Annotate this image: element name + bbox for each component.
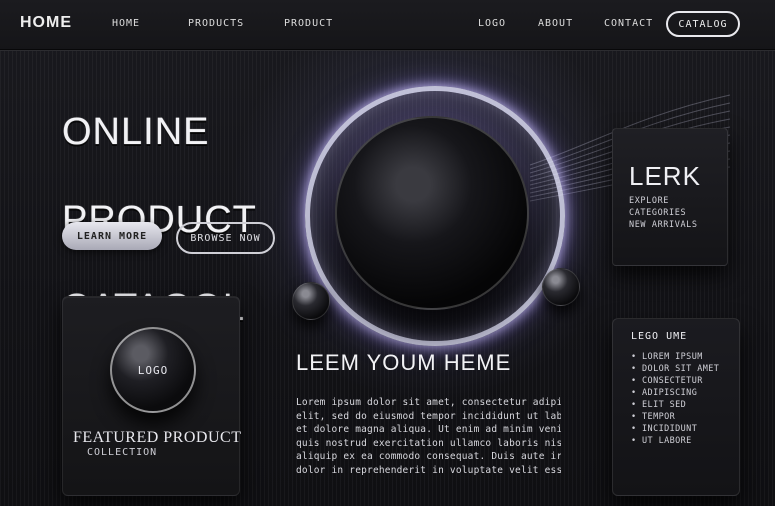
section-paragraph-line-5: aliquip ex ea commodo consequat. Duis au…	[296, 451, 561, 462]
nav-link-5[interactable]: ABOUT	[538, 18, 573, 29]
hero-orb	[305, 86, 565, 346]
nav-link-4[interactable]: LOGO	[478, 18, 506, 29]
top-navigation: HOME HOME PRODUCTS PRODUCT LOGO ABOUT CO…	[0, 0, 775, 51]
nav-link-6[interactable]: CONTACT	[604, 18, 653, 29]
featured-card-title: FEATURED PRODUCT	[73, 429, 242, 446]
featured-product-card[interactable]: LOGO FEATURED PRODUCT COLLECTION	[62, 296, 242, 496]
brand-logo[interactable]: HOME	[20, 14, 72, 32]
right-list-item-8: • UT LABORE	[631, 436, 692, 446]
right-info-card-title: LERK	[629, 161, 701, 191]
right-list-card[interactable]: LEGO UME • LOREM IPSUM • DOLOR SIT AMET …	[612, 318, 740, 496]
nav-link-3[interactable]: PRODUCT	[284, 18, 333, 29]
nav-link-1[interactable]: HOME	[112, 18, 140, 29]
right-list-item-3: • CONSECTETUR	[631, 376, 703, 386]
nav-catalog-button[interactable]: CATALOG	[666, 11, 740, 37]
nav-link-2[interactable]: PRODUCTS	[188, 18, 244, 29]
right-list-item-2: • DOLOR SIT AMET	[631, 364, 720, 374]
hero-orb-core	[335, 116, 529, 310]
right-list-item-6: • TEMPOR	[631, 412, 676, 422]
right-list-item-5: • ELIT SED	[631, 400, 687, 410]
right-info-card-meta: EXPLORE CATEGORIES NEW ARRIVALS	[629, 195, 719, 231]
right-list-item-1: • LOREM IPSUM	[631, 352, 703, 362]
section-paragraph-line-4: quis nostrud exercitation ullamco labori…	[296, 437, 561, 449]
hero-title-line-1: ONLINE	[62, 111, 210, 153]
right-list-item-4: • ADIPISCING	[631, 388, 698, 398]
small-orb-left	[292, 282, 330, 320]
section-paragraph-line-1: Lorem ipsum dolor sit amet, consectetur …	[296, 397, 561, 408]
secondary-cta-button[interactable]: BROWSE NOW	[176, 222, 275, 254]
right-info-card-meta-line-2: CATEGORIES	[629, 208, 687, 218]
right-list-card-list: • LOREM IPSUM • DOLOR SIT AMET • CONSECT…	[631, 351, 731, 447]
primary-cta-button[interactable]: LEARN MORE	[62, 222, 162, 250]
section-paragraph-line-2: elit, sed do eiusmod tempor incididunt u…	[296, 410, 561, 422]
right-info-card-meta-line-1: EXPLORE	[629, 196, 670, 206]
section-title: LEEM YOUM HEME	[296, 350, 512, 375]
section-paragraph: Lorem ipsum dolor sit amet, consectetur …	[296, 396, 561, 477]
featured-logo-orb: LOGO	[110, 327, 196, 413]
featured-card-subtitle: COLLECTION	[87, 447, 158, 458]
section-paragraph-line-3: et dolore magna aliqua. Ut enim ad minim…	[296, 424, 561, 435]
section-paragraph-line-6: dolor in reprehenderit in voluptate veli…	[296, 464, 561, 476]
page: HOME HOME PRODUCTS PRODUCT LOGO ABOUT CO…	[0, 0, 775, 506]
right-info-card[interactable]: LERK EXPLORE CATEGORIES NEW ARRIVALS	[612, 128, 728, 266]
right-info-card-meta-line-3: NEW ARRIVALS	[629, 220, 698, 230]
small-orb-right	[542, 268, 580, 306]
right-list-item-7: • INCIDIDUNT	[631, 424, 698, 434]
right-list-card-title: LEGO UME	[631, 331, 688, 342]
